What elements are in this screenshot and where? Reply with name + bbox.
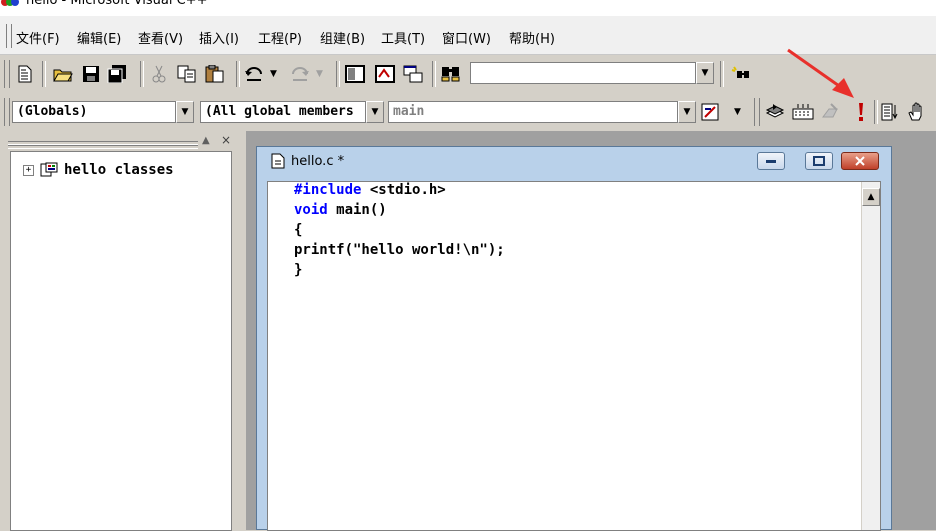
workspace-grip[interactable] [8, 145, 198, 149]
document-title: hello.c * [291, 153, 345, 169]
new-file-icon[interactable] [14, 63, 36, 85]
menu-project[interactable]: 工程(P) [258, 28, 302, 47]
code-line-1: #include <stdio.h> [294, 182, 446, 198]
copy-icon[interactable] [176, 63, 198, 85]
wizard-actions-dropdown-icon[interactable]: ▼ [734, 107, 741, 117]
cut-icon[interactable] [148, 63, 170, 85]
breakpoint-hand-icon[interactable] [906, 101, 928, 123]
menu-help[interactable]: 帮助(H) [509, 28, 555, 47]
toolbar-grip[interactable] [4, 60, 10, 88]
menu-edit[interactable]: 编辑(E) [77, 28, 121, 47]
document-window: hello.c * #include <stdio.h> void main()… [256, 146, 892, 531]
undo-dropdown-icon[interactable]: ▼ [270, 69, 277, 79]
find-combo[interactable] [470, 62, 696, 84]
code-editor[interactable]: #include <stdio.h> void main() { printf(… [267, 181, 881, 531]
document-icon [271, 153, 285, 169]
code-text: main() [327, 202, 387, 218]
code-keyword: void [294, 202, 328, 218]
toolbar-separator [874, 100, 878, 124]
workspace-pane: ▲ × + hello classes [0, 131, 246, 531]
redo-icon[interactable] [288, 63, 310, 85]
scroll-up-icon[interactable]: ▲ [862, 188, 880, 206]
menu-build[interactable]: 组建(B) [320, 28, 365, 47]
workspace-icon[interactable] [344, 63, 366, 85]
title-bar: hello - Microsoft Visual C++ [0, 0, 936, 16]
paste-icon[interactable] [204, 63, 226, 85]
code-line-3: { [294, 222, 303, 238]
save-icon[interactable] [80, 63, 102, 85]
app-icon [1, 0, 19, 6]
build-toolbar-grip[interactable] [754, 98, 760, 126]
function-combo-dropdown-icon[interactable]: ▼ [678, 101, 696, 123]
redo-dropdown-icon[interactable]: ▼ [316, 69, 323, 79]
wizard-actions-icon[interactable] [700, 101, 722, 123]
function-combo[interactable]: main [388, 101, 678, 123]
code-line-5: } [294, 262, 303, 278]
menu-view[interactable]: 查看(V) [138, 28, 183, 47]
filter-combo[interactable]: (All global members [200, 101, 366, 123]
tree-root-label: hello classes [64, 162, 174, 178]
document-titlebar[interactable]: hello.c * [271, 153, 344, 169]
toolbar-separator [140, 61, 144, 87]
open-folder-icon[interactable] [52, 63, 74, 85]
code-line-4: printf("hello world!\n"); [294, 242, 505, 258]
undo-icon[interactable] [244, 63, 266, 85]
menu-window[interactable]: 窗口(W) [442, 28, 491, 47]
code-line-2: void main() [294, 202, 387, 218]
window-list-icon[interactable] [402, 63, 424, 85]
restore-pane-icon[interactable]: ▲ [202, 135, 210, 146]
vertical-scrollbar[interactable]: ▲ [861, 182, 880, 530]
find-combo-dropdown-icon[interactable]: ▼ [696, 62, 714, 84]
code-keyword: #include [294, 182, 362, 198]
expand-icon[interactable]: + [23, 164, 34, 176]
close-button[interactable] [841, 152, 879, 170]
menubar-grip[interactable] [6, 24, 12, 48]
menu-file[interactable]: 文件(F) [16, 28, 60, 47]
save-all-icon[interactable] [106, 63, 128, 85]
tree-root-node[interactable]: + hello classes [23, 162, 174, 178]
class-combo-dropdown-icon[interactable]: ▼ [176, 101, 194, 123]
search-icon[interactable] [730, 63, 752, 85]
close-pane-icon[interactable]: × [221, 133, 231, 147]
window-title: hello - Microsoft Visual C++ [26, 0, 208, 8]
toolbar-separator [336, 61, 340, 87]
filter-combo-dropdown-icon[interactable]: ▼ [366, 101, 384, 123]
annotation-arrow [787, 48, 854, 98]
code-text: <stdio.h> [361, 182, 446, 198]
toolbar-grip[interactable] [4, 98, 10, 126]
go-icon[interactable] [880, 101, 902, 123]
restore-button[interactable] [805, 152, 833, 170]
minimize-button[interactable] [757, 152, 785, 170]
classes-icon [40, 162, 58, 177]
find-in-files-icon[interactable] [440, 63, 462, 85]
toolbar-separator [236, 61, 240, 87]
toolbar-separator [432, 61, 436, 87]
menu-tools[interactable]: 工具(T) [381, 28, 425, 47]
menu-insert[interactable]: 插入(I) [199, 28, 239, 47]
class-combo[interactable]: (Globals) [12, 101, 176, 123]
output-icon[interactable] [374, 63, 396, 85]
toolbar-separator [42, 61, 46, 87]
toolbar-separator [720, 61, 724, 87]
class-view-tree: + hello classes [10, 151, 232, 531]
